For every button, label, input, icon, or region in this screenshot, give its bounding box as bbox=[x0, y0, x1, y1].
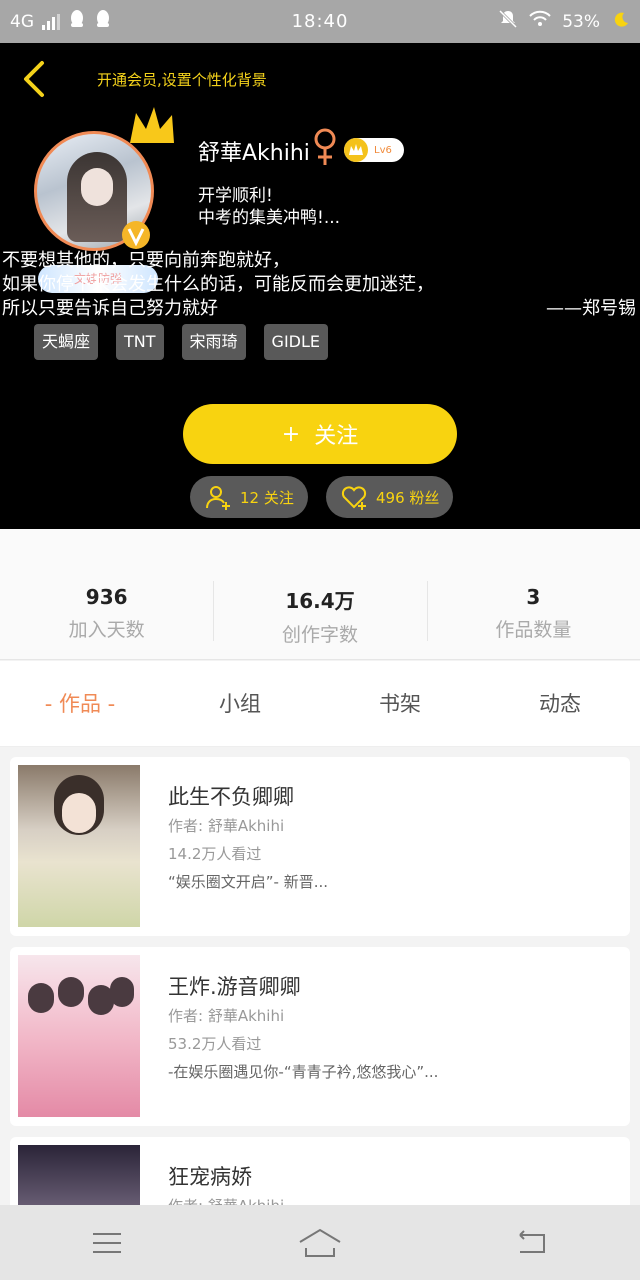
follow-button[interactable]: + 关注 bbox=[183, 404, 457, 464]
signature: 开学顺利! 中考的集美冲鸭!... bbox=[198, 185, 340, 229]
level-text: Lv6 bbox=[374, 144, 392, 156]
tab-bookshelf[interactable]: 书架 bbox=[320, 661, 480, 746]
menu-icon bbox=[92, 1232, 121, 1253]
battery-level: 53% bbox=[562, 11, 600, 32]
signature-line: 中考的集美冲鸭!... bbox=[198, 208, 341, 228]
plus-icon: + bbox=[281, 421, 301, 447]
tab-groups[interactable]: 小组 bbox=[160, 661, 320, 746]
work-author: 作者: 舒華Akhihi bbox=[168, 817, 285, 835]
work-cover-image bbox=[18, 955, 140, 1117]
work-card[interactable]: 王炸.游音卿卿 作者: 舒華Akhihi 53.2万人看过 -在娱乐圈遇见你-“… bbox=[10, 947, 630, 1126]
work-card[interactable]: 此生不负卿卿 作者: 舒華Akhihi 14.2万人看过 “娱乐圈文开启”- 新… bbox=[10, 757, 630, 936]
tab-activity[interactable]: 动态 bbox=[480, 661, 640, 746]
back-nav-button[interactable] bbox=[503, 1223, 563, 1263]
stat-work-count: 3 作品数量 bbox=[426, 529, 640, 659]
fans-button[interactable]: 496 粉丝 bbox=[326, 476, 454, 518]
work-title: 狂宠病娇 bbox=[168, 1165, 252, 1189]
username: 舒華Akhihi bbox=[198, 141, 310, 166]
tag-list: 天蝎座 TNT 宋雨琦 GIDLE bbox=[34, 324, 329, 360]
tag-item[interactable]: 天蝎座 bbox=[34, 324, 99, 360]
profile-quote: 不要想其他的，只要向前奔跑就好， 如果你停下来会发生什么的话，可能反而会更加迷茫… bbox=[2, 249, 638, 321]
stat-label: 加入天数 bbox=[68, 619, 145, 641]
follow-label: 关注 bbox=[314, 424, 359, 449]
following-button[interactable]: 12 关注 bbox=[190, 476, 308, 518]
stat-value: 16.4万 bbox=[285, 589, 355, 613]
stat-value: 936 bbox=[85, 585, 128, 609]
system-nav-bar bbox=[0, 1205, 640, 1280]
menu-button[interactable] bbox=[77, 1223, 137, 1263]
fans-count: 496 粉丝 bbox=[376, 488, 440, 507]
signature-line: 开学顺利! bbox=[198, 186, 273, 206]
work-desc: -在娱乐圈遇见你-“青青子衿,悠悠我心”... bbox=[168, 1063, 439, 1081]
female-gender-icon bbox=[314, 128, 336, 165]
tag-item[interactable]: TNT bbox=[116, 324, 164, 360]
quote-line: 如果你停下来会发生什么的话，可能反而会更加迷茫， bbox=[2, 274, 434, 295]
work-cover-image bbox=[18, 765, 140, 927]
user-add-icon bbox=[206, 486, 230, 510]
back-button[interactable] bbox=[18, 59, 54, 99]
mute-bell-icon bbox=[498, 9, 518, 34]
heart-add-icon bbox=[341, 486, 367, 510]
stats-row: 936 加入天数 16.4万 创作字数 3 作品数量 bbox=[0, 529, 640, 660]
stat-label: 作品数量 bbox=[495, 619, 572, 641]
stat-label: 创作字数 bbox=[281, 624, 358, 646]
profile-header: 开通会员,设置个性化背景 文娃防弹 舒華Akhihi Lv6 开学顺利! 中考的… bbox=[0, 43, 640, 529]
work-title: 王炸.游音卿卿 bbox=[168, 975, 301, 999]
back-arrow-icon bbox=[24, 61, 44, 97]
moon-icon bbox=[610, 9, 630, 34]
work-author: 作者: 舒華Akhihi bbox=[168, 1007, 285, 1025]
crown-small-icon bbox=[344, 138, 368, 162]
stat-value: 3 bbox=[526, 585, 541, 609]
work-views: 14.2万人看过 bbox=[168, 845, 262, 863]
verified-v-icon bbox=[122, 221, 150, 249]
work-views: 53.2万人看过 bbox=[168, 1035, 262, 1053]
tag-item[interactable]: GIDLE bbox=[263, 324, 329, 360]
quote-line: 不要想其他的，只要向前奔跑就好， bbox=[2, 250, 290, 271]
status-bar: 4G 18:40 53% bbox=[0, 0, 640, 43]
vip-background-tip[interactable]: 开通会员,设置个性化背景 bbox=[97, 69, 267, 90]
works-list: 此生不负卿卿 作者: 舒華Akhihi 14.2万人看过 “娱乐圈文开启”- 新… bbox=[10, 757, 630, 1280]
stat-join-days: 936 加入天数 bbox=[0, 529, 213, 659]
home-icon bbox=[299, 1228, 341, 1257]
wifi-icon bbox=[528, 10, 552, 33]
tab-works[interactable]: - 作品 - bbox=[0, 661, 160, 746]
crown-icon bbox=[130, 107, 174, 143]
work-desc: “娱乐圈文开启”- 新晋... bbox=[168, 873, 329, 891]
level-badge: Lv6 bbox=[344, 138, 404, 162]
home-button[interactable] bbox=[290, 1223, 350, 1263]
following-count: 12 关注 bbox=[240, 488, 294, 507]
profile-tabs: - 作品 - 小组 书架 动态 bbox=[0, 661, 640, 747]
stat-word-count: 16.4万 创作字数 bbox=[213, 529, 426, 659]
quote-line: 所以只要告诉自己努力就好 bbox=[2, 298, 218, 319]
quote-author: ——郑号锡 bbox=[546, 298, 636, 319]
return-icon bbox=[519, 1229, 546, 1253]
tag-item[interactable]: 宋雨琦 bbox=[181, 324, 246, 360]
work-title: 此生不负卿卿 bbox=[168, 785, 294, 809]
